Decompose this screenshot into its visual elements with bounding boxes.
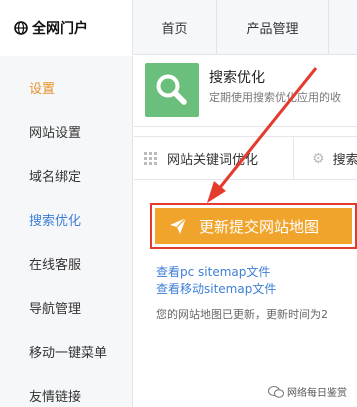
brand[interactable]: 全网门户 — [0, 0, 133, 55]
sidebar-item-site-settings[interactable]: 网站设置 — [29, 122, 81, 141]
sidebar-item-friend-links[interactable]: 友情链接 — [29, 386, 81, 405]
gear-icon: ⚙ — [312, 150, 325, 167]
tab-keyword-optimization[interactable]: 网站关键词优化 — [134, 137, 294, 180]
sidebar: 设置 网站设置 域名绑定 搜索优化 在线客服 导航管理 移动一键菜单 友情链接 — [0, 56, 133, 407]
paper-plane-icon — [170, 217, 187, 234]
sidebar-item-online-service[interactable]: 在线客服 — [29, 254, 81, 273]
app-description: 定期使用搜索优化应用的收 — [209, 91, 341, 104]
brand-title: 全网门户 — [32, 20, 88, 37]
app-title: 搜索优化 — [209, 70, 265, 86]
tab-more[interactable] — [329, 0, 357, 55]
globe-icon — [14, 20, 28, 35]
sidebar-item-navigation[interactable]: 导航管理 — [29, 298, 81, 317]
sidebar-item-seo[interactable]: 搜索优化 — [29, 210, 81, 229]
tab-products[interactable]: 产品管理 — [217, 0, 329, 55]
sidebar-item-domain[interactable]: 域名绑定 — [29, 166, 81, 185]
watermark-text: 网络每日鉴赏 — [287, 388, 347, 399]
update-sitemap-label: 更新提交网站地图 — [199, 217, 320, 236]
grid-icon — [144, 152, 157, 165]
sidebar-item-mobile-menu[interactable]: 移动一键菜单 — [29, 342, 107, 361]
update-sitemap-button[interactable]: 更新提交网站地图 — [155, 208, 352, 244]
tab-label: 搜索 — [332, 153, 357, 168]
sidebar-item-settings[interactable]: 设置 — [29, 78, 55, 97]
top-bar: 全网门户 首页 产品管理 — [0, 0, 357, 55]
search-icon — [145, 63, 199, 117]
tab-home[interactable]: 首页 — [133, 0, 217, 55]
watermark: 网络每日鉴赏 — [268, 384, 347, 399]
tab-search[interactable]: ⚙ 搜索 — [294, 137, 357, 180]
sub-tabs: 网站关键词优化 ⚙ 搜索 — [134, 136, 357, 180]
app-header: 搜索优化 定期使用搜索优化应用的收 — [134, 56, 357, 127]
view-mobile-sitemap-link[interactable]: 查看移动sitemap文件 — [156, 280, 276, 297]
submit-highlight-box: 更新提交网站地图 — [150, 203, 357, 249]
update-status-text: 您的网站地图已更新，更新时间为2 — [156, 308, 328, 321]
main-panel: 搜索优化 定期使用搜索优化应用的收 网站关键词优化 ⚙ 搜索 更新提交网站地图 … — [134, 56, 357, 407]
tab-label: 网站关键词优化 — [167, 153, 259, 168]
view-pc-sitemap-link[interactable]: 查看pc sitemap文件 — [156, 263, 270, 280]
wechat-icon — [268, 385, 284, 398]
